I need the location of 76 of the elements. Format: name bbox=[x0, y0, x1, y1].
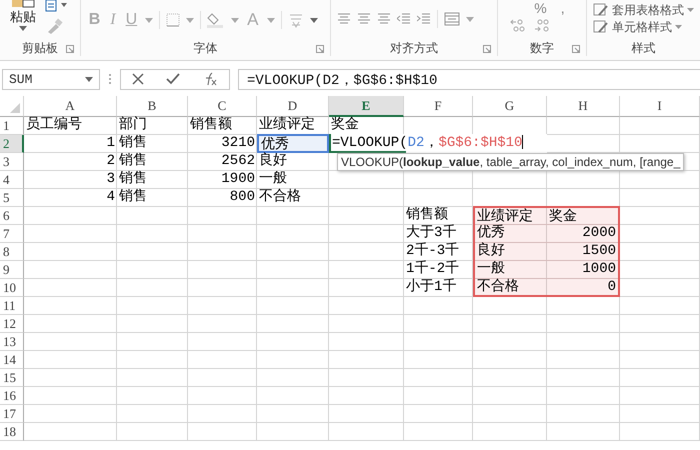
increase-indent-icon[interactable] bbox=[416, 13, 431, 25]
row-header[interactable]: 9 bbox=[0, 261, 24, 279]
caret-icon[interactable] bbox=[674, 25, 682, 29]
table-cell-text: 4 bbox=[106, 188, 116, 207]
table-cell: 1500 bbox=[547, 242, 620, 261]
function-tooltip: VLOOKUP(lookup_value, table_array, col_index_num, [range_ bbox=[337, 153, 684, 171]
caret-icon[interactable] bbox=[310, 18, 318, 22]
table-cell-text: 大于3千 bbox=[405, 224, 458, 242]
table-cell-text: 800 bbox=[228, 188, 256, 207]
table-cell-text: 1900 bbox=[220, 170, 256, 189]
table-cell-text: 1千-2千 bbox=[405, 260, 460, 278]
table-cell-text: 一般 bbox=[258, 170, 288, 188]
table-cell-text: 1 bbox=[106, 134, 116, 153]
table-cell-text: 3 bbox=[106, 170, 116, 189]
table-cell-text: 不合格 bbox=[258, 188, 302, 207]
group-label: 剪贴板 bbox=[22, 40, 58, 56]
table-cell: 业绩评定 bbox=[473, 206, 547, 225]
table-cell: 一般 bbox=[473, 260, 547, 279]
group-label: 样式 bbox=[631, 40, 656, 56]
fill-color-icon[interactable] bbox=[207, 12, 226, 28]
table-cell: 1000 bbox=[547, 260, 620, 279]
dialog-launcher-icon[interactable] bbox=[572, 45, 580, 53]
paste-button[interactable]: 粘贴 bbox=[6, 0, 40, 31]
table-cell-text: 销售 bbox=[118, 188, 148, 207]
table-cell-text: 销售额 bbox=[405, 206, 449, 224]
table-cell-text: 3210 bbox=[220, 134, 256, 153]
table-cell-text: 员工编号 bbox=[25, 116, 83, 135]
close-icon[interactable] bbox=[132, 73, 144, 85]
copy-icon[interactable] bbox=[44, 0, 68, 12]
drag-handle-icon[interactable] bbox=[108, 72, 112, 86]
table-cell: 0 bbox=[547, 278, 620, 297]
table-cell-text: 部门 bbox=[118, 116, 148, 134]
checkmark-icon[interactable] bbox=[166, 73, 180, 85]
table-style-icon[interactable] bbox=[592, 20, 609, 34]
dialog-launcher-icon[interactable] bbox=[316, 45, 324, 53]
group-label: 对齐方式 bbox=[390, 40, 438, 56]
table-cell: 2000 bbox=[547, 224, 620, 243]
table-cell: 优秀 bbox=[257, 134, 329, 153]
row-header[interactable]: 4 bbox=[0, 171, 24, 189]
row-header[interactable]: 2 bbox=[0, 135, 24, 153]
table-cell-text: 销售 bbox=[118, 134, 148, 152]
table-cell-text: 良好 bbox=[258, 152, 288, 171]
align-icon[interactable] bbox=[376, 13, 391, 25]
table-style-icon[interactable] bbox=[592, 3, 609, 17]
table-cell-text: 2千-3千 bbox=[405, 242, 460, 260]
table-cell-text: 销售 bbox=[118, 152, 148, 170]
phonetic-guide-icon[interactable] bbox=[288, 12, 304, 28]
dialog-launcher-icon[interactable] bbox=[483, 45, 492, 53]
caret-icon bbox=[19, 26, 27, 31]
table-cell-text: 2562 bbox=[220, 152, 256, 171]
editing-cell[interactable]: =VLOOKUP(D2，$G$6:$H$10 bbox=[329, 134, 547, 153]
caret-icon[interactable] bbox=[686, 8, 694, 12]
align-icon[interactable] bbox=[336, 13, 351, 25]
group-label: 字体 bbox=[193, 40, 218, 56]
table-cell-text: 小于1千 bbox=[405, 278, 458, 297]
table-cell: 良好 bbox=[473, 242, 547, 261]
select-all-icon[interactable] bbox=[10, 103, 20, 113]
table-cell-text: 销售 bbox=[118, 170, 148, 188]
table-cell-text: 销售额 bbox=[189, 116, 233, 135]
table-cell: 不合格 bbox=[473, 278, 547, 297]
merge-cells-icon[interactable] bbox=[444, 12, 460, 26]
table-cell-text: 奖金 bbox=[330, 116, 360, 135]
borders-icon[interactable] bbox=[166, 13, 180, 27]
group-label: 数字 bbox=[530, 40, 554, 56]
decrease-indent-icon[interactable] bbox=[396, 13, 411, 25]
align-icon[interactable] bbox=[356, 13, 371, 25]
column-header[interactable]: E bbox=[329, 96, 404, 117]
table-cell: 优秀 bbox=[473, 224, 547, 243]
table-cell-text: 业绩评定 bbox=[258, 116, 316, 135]
formula-input[interactable]: =VLOOKUP(D2，$G$6:$H$10 bbox=[238, 68, 700, 90]
dialog-launcher-icon[interactable] bbox=[66, 45, 74, 53]
table-cell: 奖金 bbox=[547, 206, 620, 225]
name-box[interactable]: SUM bbox=[2, 68, 100, 90]
style-button[interactable]: 单元格样式 bbox=[612, 19, 672, 35]
style-button[interactable]: 套用表格格式 bbox=[612, 2, 684, 18]
table-cell-text: 2 bbox=[106, 152, 116, 171]
